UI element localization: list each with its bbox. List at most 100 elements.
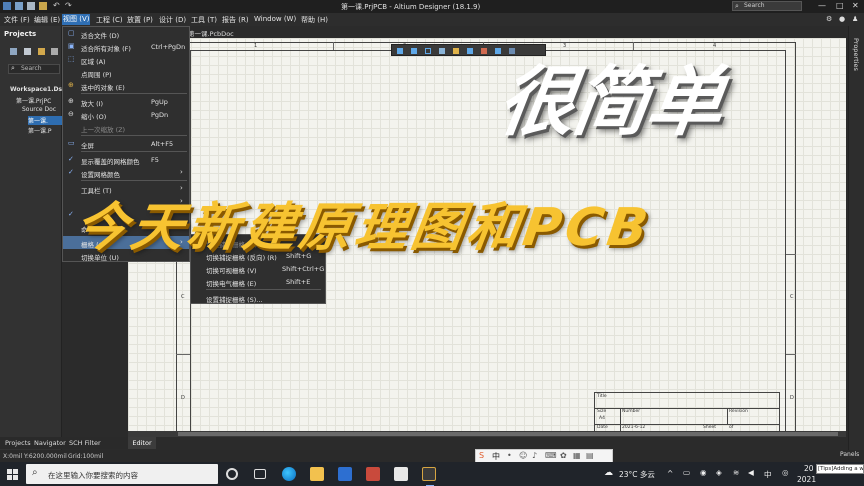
app-red-icon[interactable] <box>366 467 380 481</box>
menu-tools[interactable]: 工具 (T) <box>191 15 217 25</box>
altium-designer-icon[interactable] <box>422 467 436 486</box>
menu-selected-objects[interactable]: ⊕ 选中的对象 (E) <box>63 79 189 93</box>
menu-zoom-in[interactable]: ⊕ 放大 (I) PgUp <box>63 95 189 109</box>
tips-popup[interactable]: [Tips]Adding a w <box>816 464 864 474</box>
settings-panel-icon[interactable] <box>51 48 58 55</box>
horizontal-scrollbar[interactable] <box>128 431 846 437</box>
doc-tab-pcb[interactable]: 第一课.PcbDoc <box>188 28 234 38</box>
new-doc-icon[interactable] <box>10 48 17 55</box>
tab-projects[interactable]: Projects <box>5 439 31 447</box>
punctuation-icon[interactable]: • <box>507 451 512 460</box>
wire-icon[interactable] <box>495 48 501 54</box>
skin-icon[interactable]: ✿ <box>560 451 567 460</box>
crosshair-icon[interactable] <box>411 48 417 54</box>
save-all-icon[interactable] <box>15 2 23 10</box>
start-button-icon[interactable] <box>7 469 18 480</box>
route-icon[interactable] <box>467 48 473 54</box>
tree-source-documents[interactable]: Source Doc <box>22 106 56 113</box>
menu-edit[interactable]: 编辑 (E) <box>34 15 60 25</box>
mic-icon[interactable]: ♪ <box>532 451 537 460</box>
properties-tab[interactable]: Properties <box>852 38 860 71</box>
tab-editor[interactable]: Editor <box>128 437 156 449</box>
menu-area[interactable]: ⬚ 区域 (A) <box>63 53 189 67</box>
menu-full-screen[interactable]: ▭ 全屏 Alt+F5 <box>63 137 189 151</box>
tb-divider <box>727 408 728 424</box>
tree-workspace[interactable]: Workspace1.Ds <box>10 86 62 93</box>
clock-time[interactable]: 20 <box>804 464 814 473</box>
keyboard-icon[interactable]: ⌨ <box>545 451 557 460</box>
widgets-icon[interactable] <box>254 469 266 479</box>
submenu-toggle-visible-grid[interactable]: 切换可视栅格 (V) Shift+Ctrl+G <box>191 262 325 275</box>
menu-view[interactable]: 视图 (V) <box>62 14 91 25</box>
menu-fit-document[interactable]: ▢ 适合文件 (D) <box>63 27 189 41</box>
store-icon[interactable] <box>338 467 352 481</box>
ime-indicator[interactable]: 中 <box>764 469 772 480</box>
menu-set-grid-color[interactable]: ✓ 设置网格颜色 › <box>63 166 189 179</box>
menu-report[interactable]: 报告 (R) <box>222 15 249 25</box>
menu-grid-icon[interactable]: ▤ <box>586 451 594 460</box>
app-white-icon[interactable] <box>394 467 408 481</box>
redo-icon[interactable]: ↷ <box>65 2 73 10</box>
maximize-icon[interactable]: □ <box>836 1 844 10</box>
filter-icon[interactable] <box>397 48 403 54</box>
weather-text[interactable]: 23°C 多云 <box>619 469 655 480</box>
save-icon[interactable] <box>3 2 11 10</box>
menu-show-grid-color[interactable]: ✓ 显示覆盖的网格颜色 F5 <box>63 153 189 167</box>
align-icon[interactable] <box>439 48 445 54</box>
settings-icon[interactable]: ⚙ <box>826 15 832 23</box>
menu-design[interactable]: 设计 (D) <box>159 15 186 25</box>
open-icon[interactable] <box>27 2 35 10</box>
menu-help[interactable]: 帮助 (H) <box>301 15 328 25</box>
menu-file[interactable]: 文件 (F) <box>4 15 30 25</box>
search-icon: ⌕ <box>32 467 38 478</box>
volume-icon[interactable]: ◀ <box>748 468 754 477</box>
tab-navigator[interactable]: Navigator <box>34 439 66 447</box>
wifi-icon[interactable]: ≋ <box>733 468 739 477</box>
menu-zoom-out[interactable]: ⊖ 缩小 (O) PgDn <box>63 108 189 122</box>
clock-date[interactable]: 2021 <box>797 475 816 484</box>
via-icon[interactable] <box>481 48 487 54</box>
menu-place[interactable]: 放置 (P) <box>127 15 153 25</box>
panels-button[interactable]: Panels <box>840 451 859 458</box>
tab-sch-filter[interactable]: SCH Filter <box>69 439 101 447</box>
submenu-toggle-electrical-grid[interactable]: 切换电气栅格 (E) Shift+E <box>191 275 325 288</box>
global-search-input[interactable]: ⌕ Search <box>732 1 802 11</box>
weather-icon[interactable]: ☁ <box>604 468 613 478</box>
menu-fit-all-objects[interactable]: ▣ 适合所有对象 (F) Ctrl+PgDn <box>63 40 189 54</box>
projects-search-input[interactable]: ⌕ Search <box>8 64 60 74</box>
emoji-icon[interactable]: ☺ <box>519 451 527 460</box>
close-icon[interactable]: ✕ <box>852 1 859 10</box>
folder-icon[interactable] <box>39 2 47 10</box>
tray-app2-icon[interactable]: ◈ <box>716 468 722 477</box>
file-explorer-icon[interactable] <box>310 467 324 481</box>
ime-mode[interactable]: 中 <box>492 451 500 462</box>
menu-separator <box>81 135 187 136</box>
save-doc-icon[interactable] <box>24 48 31 55</box>
tree-pcb-doc[interactable]: 第一课.P <box>28 126 52 135</box>
tray-app3-icon[interactable]: ◎ <box>782 468 789 477</box>
menu-around-point[interactable]: 点周围 (P) <box>63 66 189 79</box>
tree-project[interactable]: 第一课.PrjPC <box>16 96 51 105</box>
notification-icon[interactable]: ● <box>839 15 845 23</box>
tray-chevron-icon[interactable]: ^ <box>667 469 673 478</box>
toolbox-icon[interactable]: ▦ <box>573 451 581 460</box>
menu-previous-zoom[interactable]: 上一次缩放 (Z) <box>63 121 189 134</box>
menu-window[interactable]: Window (W) <box>254 15 296 23</box>
task-view-icon[interactable] <box>226 468 238 480</box>
undo-icon[interactable]: ↶ <box>53 2 61 10</box>
taskbar-search-box[interactable]: ⌕ 在这里输入你要搜索的内容 <box>26 464 218 484</box>
tray-app-icon[interactable]: ◉ <box>700 468 707 477</box>
menu-label: 设置网格颜色 <box>81 171 120 179</box>
submenu-set-snap-grid[interactable]: 设置捕捉栅格 (S)... <box>191 291 325 304</box>
menu-project[interactable]: 工程 (C) <box>96 15 123 25</box>
tree-schematic-doc[interactable]: 第一课. <box>28 116 62 125</box>
user-icon[interactable]: ♟ <box>852 15 858 23</box>
network-icon[interactable]: ▭ <box>683 468 690 477</box>
component-icon[interactable] <box>453 48 459 54</box>
open-folder-icon[interactable] <box>38 48 45 55</box>
select-rect-icon[interactable] <box>425 48 431 54</box>
edge-icon[interactable] <box>282 467 296 481</box>
sogou-icon[interactable]: S <box>479 451 484 460</box>
scroll-thumb[interactable] <box>178 432 838 436</box>
minimize-icon[interactable]: — <box>818 1 826 10</box>
